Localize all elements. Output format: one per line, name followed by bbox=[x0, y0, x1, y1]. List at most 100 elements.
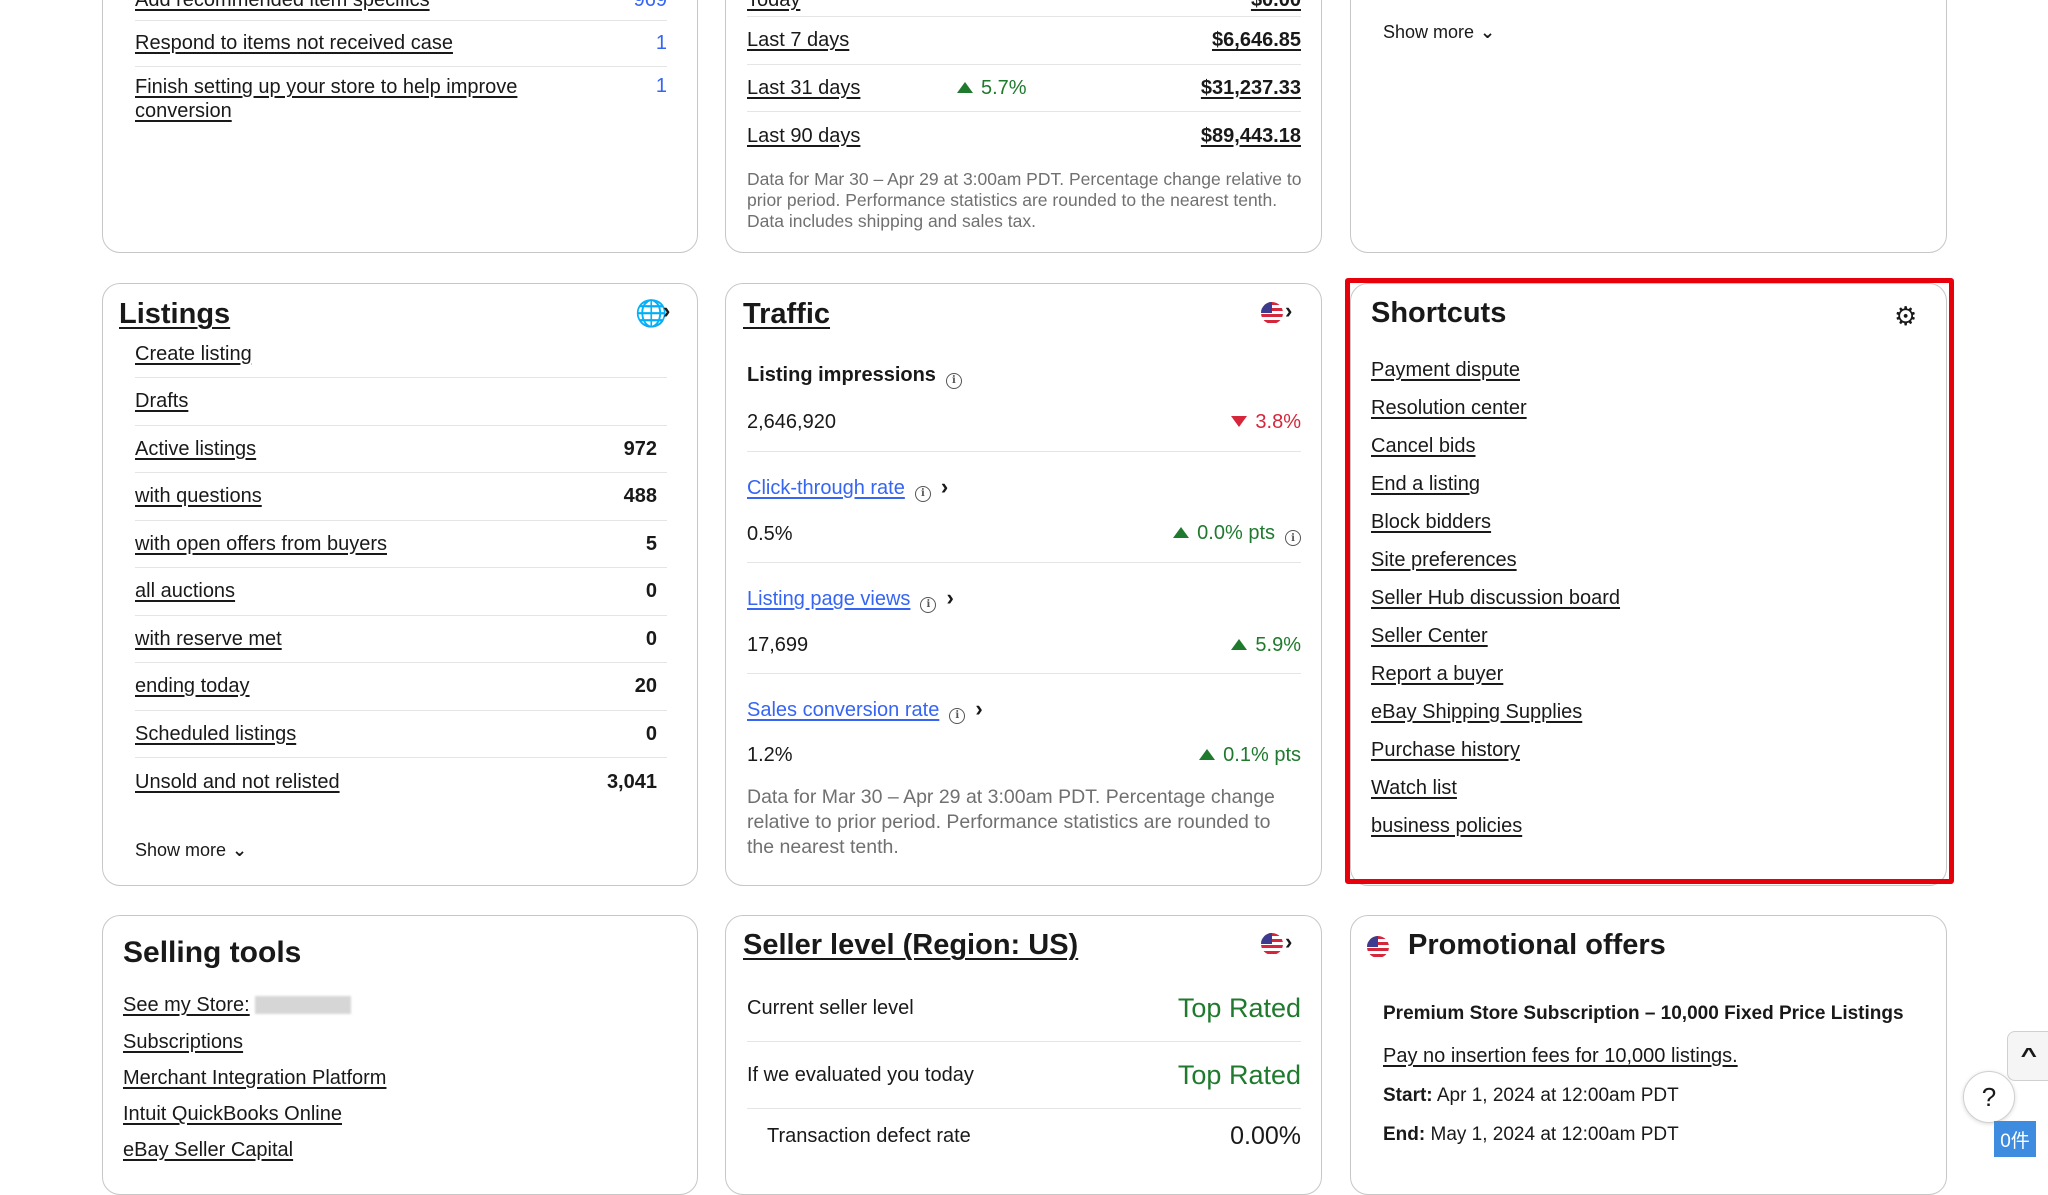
task-label[interactable]: Respond to items not received case bbox=[135, 32, 453, 55]
views-row: 17,699 5.9% bbox=[747, 617, 1301, 674]
task-row[interactable]: Add recommended item specifics 969 bbox=[135, 0, 667, 21]
selling-tools-card: Selling tools See my Store: Subscription… bbox=[102, 915, 698, 1195]
listings-row[interactable]: Unsold and not relisted 3,041 bbox=[135, 758, 667, 806]
sales-row[interactable]: Last 90 days $89,443.18 bbox=[747, 112, 1301, 160]
shortcut-link[interactable]: Report a buyer bbox=[1371, 663, 1503, 686]
info-icon[interactable]: i bbox=[945, 372, 962, 389]
listings-row-label[interactable]: with reserve met bbox=[135, 628, 282, 651]
info-icon[interactable]: i bbox=[920, 596, 937, 613]
listings-row[interactable]: Scheduled listings 0 bbox=[135, 711, 667, 758]
show-more-button[interactable]: Show more ⌄ bbox=[1383, 22, 1495, 43]
listings-row-label[interactable]: all auctions bbox=[135, 580, 235, 603]
redacted-store-name bbox=[255, 996, 352, 1014]
sales-row-today[interactable]: Today $0.00 bbox=[747, 0, 1301, 17]
sales-change: 5.7% bbox=[957, 77, 1201, 100]
sales-row[interactable]: Last 31 days 5.7% $31,237.33 bbox=[747, 65, 1301, 112]
shortcut-link[interactable]: End a listing bbox=[1371, 473, 1480, 496]
help-icon: ? bbox=[1981, 1081, 1997, 1112]
listings-row-count: 20 bbox=[634, 675, 657, 697]
task-label[interactable]: Finish setting up your store to help imp… bbox=[135, 75, 555, 123]
listings-row-label[interactable]: with open offers from buyers bbox=[135, 533, 387, 556]
chevron-right-icon[interactable]: › bbox=[663, 298, 670, 324]
badge-counter[interactable]: 0件 bbox=[1994, 1121, 2036, 1157]
traffic-title[interactable]: Traffic bbox=[743, 298, 830, 331]
info-icon[interactable]: i bbox=[949, 707, 966, 724]
shortcut-link[interactable]: Site preferences bbox=[1371, 549, 1517, 572]
shortcut-link[interactable]: Payment dispute bbox=[1371, 359, 1520, 382]
shortcut-link[interactable]: business policies bbox=[1371, 815, 1522, 838]
chevron-right-icon[interactable]: › bbox=[1285, 929, 1292, 955]
sales-value[interactable]: $0.00 bbox=[1251, 0, 1301, 12]
defect-rate-row: Transaction defect rate 0.00% bbox=[767, 1109, 1301, 1163]
chevron-right-icon[interactable]: › bbox=[1285, 298, 1292, 324]
listings-row[interactable]: all auctions 0 bbox=[135, 568, 667, 616]
us-flag-icon[interactable] bbox=[1261, 933, 1283, 955]
help-button[interactable]: ? bbox=[1963, 1071, 2015, 1123]
listings-row-label[interactable]: Scheduled listings bbox=[135, 723, 296, 746]
shortcut-link[interactable]: Watch list bbox=[1371, 777, 1457, 800]
gear-icon[interactable]: ⚙ bbox=[1894, 301, 1917, 332]
chevron-up-icon: ^ bbox=[2020, 1044, 2037, 1067]
sales-value[interactable]: $89,443.18 bbox=[1201, 125, 1301, 148]
ctr-label[interactable]: Click-through rate i › bbox=[747, 474, 948, 502]
sales-value[interactable]: $31,237.33 bbox=[1201, 77, 1301, 100]
shortcut-link[interactable]: Seller Hub discussion board bbox=[1371, 587, 1620, 610]
arrow-up-icon bbox=[1173, 526, 1190, 538]
chevron-right-icon[interactable]: › bbox=[946, 585, 953, 610]
listings-card: Listings 🌐 › Create listing Drafts Activ… bbox=[102, 283, 698, 886]
listings-row-label[interactable]: with questions bbox=[135, 485, 262, 508]
views-label[interactable]: Listing page views i › bbox=[747, 585, 954, 613]
conversion-row: 1.2% 0.1% pts bbox=[747, 727, 1301, 784]
show-more-button[interactable]: Show more ⌄ bbox=[135, 840, 247, 861]
listings-row[interactable]: with open offers from buyers 5 bbox=[135, 521, 667, 568]
listings-title[interactable]: Listings bbox=[119, 298, 230, 331]
views-change: 5.9% bbox=[1231, 634, 1301, 657]
listings-row[interactable]: Active listings 972 bbox=[135, 426, 667, 473]
listings-row[interactable]: with reserve met 0 bbox=[135, 616, 667, 663]
seller-level-title[interactable]: Seller level (Region: US) bbox=[743, 929, 1078, 962]
sales-period-link[interactable]: Today bbox=[747, 0, 800, 12]
see-my-store-link[interactable]: See my Store: bbox=[123, 994, 250, 1016]
task-row[interactable]: Finish setting up your store to help imp… bbox=[135, 75, 667, 131]
listings-row-label[interactable]: Unsold and not relisted bbox=[135, 771, 340, 794]
scroll-to-top-button[interactable]: ^ bbox=[2007, 1031, 2048, 1081]
store-link-row[interactable]: See my Store: bbox=[123, 994, 352, 1017]
sales-period-link[interactable]: Last 7 days bbox=[747, 29, 849, 52]
views-value: 17,699 bbox=[747, 633, 809, 656]
listings-row[interactable]: with questions 488 bbox=[135, 473, 667, 521]
offer-link[interactable]: Pay no insertion fees for 10,000 listing… bbox=[1383, 1045, 1738, 1068]
listings-row-label[interactable]: Create listing bbox=[135, 343, 252, 366]
sales-period-link[interactable]: Last 31 days bbox=[747, 77, 957, 100]
listings-row-count: 972 bbox=[623, 437, 657, 460]
shortcut-link[interactable]: eBay Shipping Supplies bbox=[1371, 701, 1582, 724]
conversion-label[interactable]: Sales conversion rate i › bbox=[747, 696, 983, 724]
shortcut-link[interactable]: Cancel bids bbox=[1371, 435, 1476, 458]
sales-period-link[interactable]: Last 90 days bbox=[747, 125, 860, 148]
defect-rate-label: Transaction defect rate bbox=[767, 1124, 971, 1147]
info-icon[interactable]: i bbox=[914, 485, 931, 502]
shortcut-link[interactable]: Block bidders bbox=[1371, 511, 1491, 534]
listings-row-label[interactable]: Active listings bbox=[135, 438, 256, 461]
task-label[interactable]: Add recommended item specifics bbox=[135, 0, 430, 12]
listings-row-label[interactable]: ending today bbox=[135, 675, 250, 698]
merchant-integration-link[interactable]: Merchant Integration Platform bbox=[123, 1067, 386, 1090]
us-flag-icon[interactable] bbox=[1261, 302, 1283, 324]
seller-capital-link[interactable]: eBay Seller Capital bbox=[123, 1139, 293, 1162]
sales-row[interactable]: Last 7 days $6,646.85 bbox=[747, 17, 1301, 65]
subscriptions-link[interactable]: Subscriptions bbox=[123, 1031, 243, 1054]
shortcut-link[interactable]: Resolution center bbox=[1371, 397, 1527, 420]
shortcut-link[interactable]: Seller Center bbox=[1371, 625, 1488, 648]
info-icon[interactable]: i bbox=[1285, 530, 1301, 547]
listings-row-label[interactable]: Drafts bbox=[135, 390, 188, 413]
quickbooks-link[interactable]: Intuit QuickBooks Online bbox=[123, 1103, 342, 1126]
shortcut-link[interactable]: Purchase history bbox=[1371, 739, 1520, 762]
current-level-label: Current seller level bbox=[747, 997, 914, 1019]
sales-card: Today $0.00 Last 7 days $6,646.85 Last 3… bbox=[725, 0, 1322, 253]
listings-row[interactable]: Create listing bbox=[135, 331, 667, 378]
sales-value[interactable]: $6,646.85 bbox=[1212, 29, 1301, 52]
chevron-right-icon[interactable]: › bbox=[941, 474, 948, 499]
listings-row[interactable]: ending today 20 bbox=[135, 663, 667, 711]
listings-row[interactable]: Drafts bbox=[135, 378, 667, 426]
task-row[interactable]: Respond to items not received case 1 bbox=[135, 21, 667, 67]
chevron-right-icon[interactable]: › bbox=[975, 696, 982, 721]
